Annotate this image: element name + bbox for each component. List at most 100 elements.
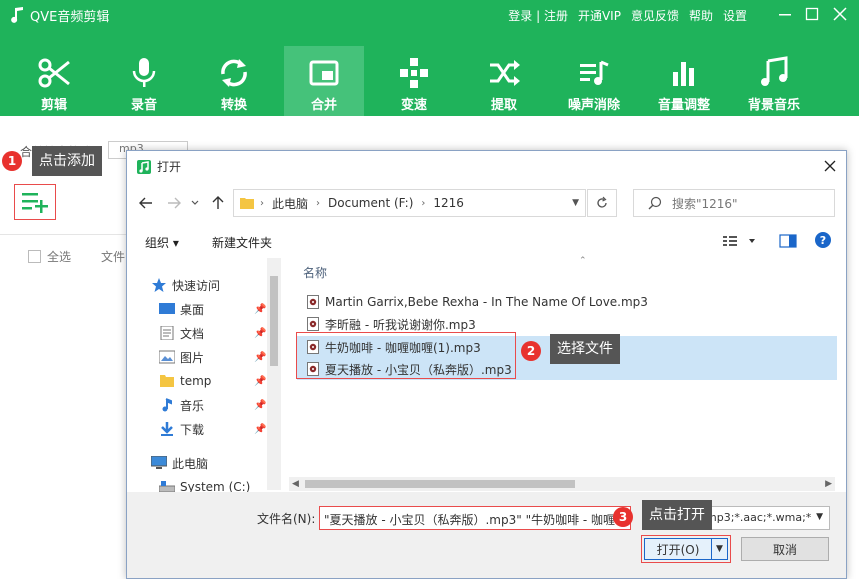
- minimize-button[interactable]: [774, 4, 796, 24]
- tool-label: 剪辑: [40, 98, 67, 113]
- login-register-link[interactable]: 登录 | 注册: [508, 7, 568, 24]
- tool-label: 提取: [490, 98, 517, 113]
- audio-file-icon: [307, 295, 319, 309]
- noise-removal-icon: [580, 60, 609, 85]
- computer-icon: [151, 456, 167, 469]
- settings-link[interactable]: 设置: [723, 7, 747, 24]
- arrow-right-icon: [168, 197, 181, 209]
- top-links: 登录 | 注册 开通VIP 意见反馈 帮助 设置: [508, 7, 747, 24]
- close-app-button[interactable]: [829, 4, 851, 24]
- address-bar[interactable]: › 此电脑 › Document (F:) › 1216 ▼: [233, 189, 586, 217]
- forward-button[interactable]: [165, 194, 183, 212]
- vip-link[interactable]: 开通VIP: [578, 7, 621, 24]
- arrow-left-icon: [139, 197, 152, 209]
- breadcrumb-drive[interactable]: Document (F:): [328, 196, 413, 210]
- column-header-name[interactable]: 名称: [303, 264, 327, 281]
- tool-record[interactable]: 录音: [104, 46, 184, 116]
- up-button[interactable]: [209, 194, 227, 212]
- chevron-down-icon[interactable]: ▼: [572, 198, 579, 208]
- help-link[interactable]: 帮助: [689, 7, 713, 24]
- scrollbar-thumb[interactable]: [270, 276, 278, 366]
- new-folder-button[interactable]: 新建文件夹: [212, 234, 272, 251]
- nav-desktop[interactable]: 桌面: [159, 298, 204, 320]
- nav-quick-access[interactable]: 快速访问: [151, 274, 220, 296]
- tool-label: 音量调整: [657, 98, 710, 113]
- nav-documents[interactable]: 文档: [159, 322, 204, 344]
- tool-speed[interactable]: 变速: [374, 46, 454, 116]
- maximize-button[interactable]: [801, 4, 823, 24]
- view-options-button[interactable]: [723, 234, 759, 251]
- breadcrumb-folder[interactable]: 1216: [433, 196, 464, 210]
- add-files-button[interactable]: [14, 184, 56, 220]
- scroll-right-icon[interactable]: ▶: [825, 479, 832, 489]
- dialog-close-icon[interactable]: [822, 158, 838, 174]
- merge-icon: [309, 60, 339, 86]
- breadcrumb-this-pc[interactable]: 此电脑: [272, 195, 308, 212]
- select-all-checkbox[interactable]: 全选: [28, 248, 71, 265]
- divider: [0, 234, 130, 235]
- file-row[interactable]: 李昕融 - 听我说谢谢你.mp3: [297, 313, 837, 335]
- nav-pane-scrollbar[interactable]: [267, 258, 281, 490]
- audio-file-icon: [307, 317, 319, 331]
- app-header: QVE音频剪辑 登录 | 注册 开通VIP 意见反馈 帮助 设置 剪辑 录音 转…: [0, 0, 859, 116]
- preview-pane-button[interactable]: [779, 234, 797, 251]
- tool-label: 合并: [310, 98, 337, 113]
- search-icon: [648, 196, 662, 210]
- step-badge-1: 1: [2, 151, 22, 171]
- nav-pictures[interactable]: 图片: [159, 346, 204, 368]
- nav-temp[interactable]: temp: [159, 370, 211, 392]
- back-button[interactable]: [137, 194, 155, 212]
- file-column-header: 文件: [101, 250, 126, 264]
- tool-background-music[interactable]: 背景音乐: [734, 46, 814, 116]
- tool-noise-removal[interactable]: 噪声消除: [554, 46, 634, 116]
- pin-icon: 📌: [254, 352, 267, 363]
- sort-arrow-icon: ⌃: [579, 256, 587, 266]
- open-button[interactable]: 打开(O) ▼: [641, 535, 731, 563]
- tool-merge[interactable]: 合并: [284, 46, 364, 116]
- audio-file-icon: [307, 362, 319, 376]
- scrollbar-thumb[interactable]: [305, 480, 575, 488]
- checkbox[interactable]: [28, 250, 41, 263]
- arrow-up-icon: [212, 196, 224, 209]
- view-list-icon: [723, 236, 755, 246]
- search-box[interactable]: 搜索"1216": [633, 189, 835, 217]
- organize-menu[interactable]: 组织 ▾: [145, 234, 179, 251]
- step-badge-3: 3: [613, 507, 633, 527]
- tool-convert[interactable]: 转换: [194, 46, 274, 116]
- cancel-button[interactable]: 取消: [741, 537, 829, 561]
- volume-icon: [673, 62, 694, 86]
- open-dropdown-icon[interactable]: ▼: [711, 539, 727, 559]
- maximize-icon: [805, 7, 819, 21]
- nav-downloads[interactable]: 下载: [159, 418, 204, 440]
- callout-click-add: 点击添加: [32, 146, 102, 176]
- pin-icon: 📌: [254, 376, 267, 387]
- file-row[interactable]: Martin Garrix,Bebe Rexha - In The Name O…: [297, 291, 837, 313]
- scroll-left-icon[interactable]: ◀: [292, 479, 299, 489]
- tool-tabs: 剪辑 录音 转换 合并 变速 提取 噪声消除 音量调整 背景音乐: [0, 46, 859, 116]
- open-file-dialog: 打开 › 此电脑 › Document (F:) › 1216 ▼ 搜索"121…: [126, 150, 847, 579]
- feedback-link[interactable]: 意见反馈: [631, 7, 679, 24]
- pictures-icon: [159, 350, 175, 364]
- folder-icon: [160, 375, 174, 387]
- navigation-pane: 快速访问 桌面 文档 图片 temp 音乐 下载 📌 📌 📌 📌 📌 📌 此电脑…: [127, 256, 281, 494]
- pin-icon: 📌: [254, 424, 267, 435]
- nav-music[interactable]: 音乐: [159, 394, 204, 416]
- refresh-button[interactable]: [587, 189, 617, 217]
- music-note-icon: [761, 56, 788, 86]
- open-button-label: 打开(O): [656, 542, 700, 557]
- nav-this-pc[interactable]: 此电脑: [151, 452, 208, 474]
- tool-cut[interactable]: 剪辑: [14, 46, 94, 116]
- file-list-scrollbar[interactable]: ◀ ▶: [289, 477, 835, 491]
- filename-input[interactable]: "夏天播放 - 小宝贝（私奔版）.mp3" "牛奶咖啡 - 咖喱: [319, 506, 631, 530]
- tool-volume[interactable]: 音量调整: [644, 46, 724, 116]
- pin-icon: 📌: [254, 304, 267, 315]
- tool-label: 噪声消除: [567, 98, 620, 113]
- tool-extract[interactable]: 提取: [464, 46, 544, 116]
- preview-pane-icon: [779, 234, 797, 248]
- recent-locations-button[interactable]: [189, 194, 201, 212]
- add-list-icon: [22, 193, 48, 213]
- chevron-down-icon: ▼: [816, 512, 823, 522]
- folder-icon: [240, 198, 254, 209]
- help-icon[interactable]: ?: [815, 232, 831, 248]
- music-note-logo-icon: [11, 7, 23, 23]
